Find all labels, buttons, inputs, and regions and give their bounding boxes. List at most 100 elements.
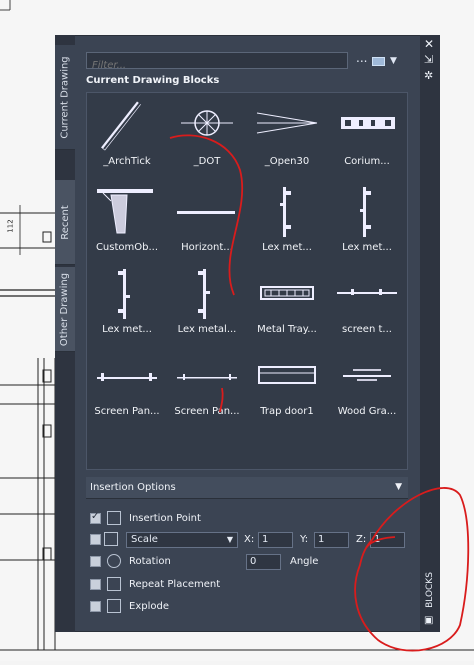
- block-label: _ArchTick: [103, 156, 151, 167]
- tab-recent[interactable]: Recent: [55, 180, 75, 265]
- explode-checkbox[interactable]: [90, 601, 101, 612]
- palette-title: BLOCKS: [420, 565, 440, 615]
- chevron-down-icon: ▼: [395, 482, 402, 492]
- view-mode-button[interactable]: ▼: [372, 53, 402, 69]
- explode-option[interactable]: Explode: [90, 599, 290, 615]
- block-tile[interactable]: Screen Pan...: [171, 347, 243, 429]
- angle-label: Angle: [290, 556, 319, 567]
- corium-icon: [341, 117, 395, 129]
- scale-option[interactable]: Scale ▼ X: 1 Y: 1 Z: 1: [90, 532, 410, 548]
- more-options-button[interactable]: ...: [356, 51, 367, 65]
- block-label: Screen Pan...: [94, 406, 160, 417]
- screen-panel-icon: [177, 374, 237, 380]
- scale-dropdown[interactable]: Scale ▼: [126, 532, 238, 548]
- insertion-point-icon: [107, 511, 121, 525]
- scale-selected: Scale: [131, 534, 158, 545]
- trap-door-icon: [258, 366, 316, 384]
- lex-metal-icon: [360, 187, 371, 237]
- thumbnail-view-icon: [372, 56, 385, 66]
- block-label: Horizont...: [181, 242, 233, 253]
- block-tile[interactable]: Lex metal...: [171, 265, 243, 347]
- archtick-icon: [101, 101, 141, 151]
- block-tile[interactable]: _DOT: [171, 97, 243, 179]
- block-label: Lex metal...: [177, 324, 237, 335]
- x-field[interactable]: 1: [258, 532, 293, 548]
- horizontal-icon: [177, 211, 235, 214]
- repeat-placement-option[interactable]: Repeat Placement: [90, 577, 290, 593]
- lex-metal-icon: [198, 269, 210, 319]
- filter-input[interactable]: [87, 58, 347, 73]
- block-label: Lex met...: [102, 324, 152, 335]
- palette-titlebar[interactable]: ✕ ⇲ ✲ ▣: [420, 35, 440, 632]
- block-tile[interactable]: Lex met...: [91, 265, 163, 347]
- palette-title-text: BLOCKS: [425, 572, 436, 608]
- rotation-label: Rotation: [129, 556, 171, 567]
- block-tile[interactable]: Wood Gra...: [331, 347, 403, 429]
- repeat-placement-icon: [107, 577, 121, 591]
- z-label: Z:: [356, 534, 367, 545]
- lex-metal-icon: [280, 187, 291, 237]
- properties-icon[interactable]: ✲: [424, 69, 433, 82]
- block-tile[interactable]: CustomOb...: [91, 183, 163, 265]
- block-tile[interactable]: screen t...: [331, 265, 403, 347]
- insertion-point-label: Insertion Point: [129, 513, 201, 524]
- block-tile[interactable]: _ArchTick: [91, 97, 163, 179]
- chevron-down-icon: ▼: [390, 56, 397, 66]
- block-label: CustomOb...: [95, 242, 159, 253]
- block-label: Lex met...: [262, 242, 312, 253]
- block-tile[interactable]: Horizont...: [171, 183, 243, 265]
- block-label: screen t...: [342, 324, 392, 335]
- section-title: Current Drawing Blocks: [86, 75, 220, 86]
- dimension-label: 112: [6, 219, 15, 233]
- block-label: Trap door1: [260, 406, 314, 417]
- y-field[interactable]: 1: [314, 532, 349, 548]
- screen-t-icon: [337, 289, 397, 295]
- block-tile[interactable]: Metal Tray...: [251, 265, 323, 347]
- blocks-palette-icon: ▣: [424, 615, 434, 626]
- block-tile[interactable]: _Open30: [251, 97, 323, 179]
- blocks-grid[interactable]: _ArchTick _DOT _Open30 Corium... CustomO…: [86, 92, 408, 470]
- insertion-point-checkbox[interactable]: [90, 511, 101, 524]
- screen-panel-icon: [97, 373, 157, 381]
- scale-icon: [104, 532, 118, 546]
- x-label: X:: [244, 534, 255, 545]
- rotation-checkbox[interactable]: [90, 556, 101, 567]
- block-tile[interactable]: Trap door1: [251, 347, 323, 429]
- scale-checkbox[interactable]: [90, 534, 101, 545]
- block-tile[interactable]: Screen Pan...: [91, 347, 163, 429]
- block-tile[interactable]: Corium...: [331, 97, 403, 179]
- palette-tabs: Current Drawing Recent Other Drawing: [55, 35, 75, 632]
- block-label: Screen Pan...: [174, 406, 240, 417]
- filter-box[interactable]: [86, 52, 348, 73]
- block-label: _Open30: [264, 156, 310, 167]
- block-label: Wood Gra...: [337, 406, 397, 417]
- block-label: Metal Tray...: [257, 324, 317, 335]
- wood-grain-icon: [343, 369, 391, 381]
- tab-label: Current Drawing: [59, 55, 71, 139]
- block-label: _DOT: [193, 156, 221, 167]
- palette-content: ... ▼ Current Drawing Blocks _ArchTick _…: [80, 44, 416, 629]
- block-tile[interactable]: Lex met...: [331, 183, 403, 265]
- rotation-icon: [107, 554, 121, 568]
- insertion-point-option[interactable]: Insertion Point: [90, 511, 290, 527]
- tab-current-drawing[interactable]: Current Drawing: [55, 45, 75, 150]
- block-tile[interactable]: Lex met...: [251, 183, 323, 265]
- customob-icon: [97, 189, 153, 234]
- chevron-down-icon: ▼: [226, 535, 233, 544]
- rotation-option[interactable]: Rotation 0 Angle: [90, 554, 390, 570]
- autohide-icon[interactable]: ⇲: [424, 53, 433, 66]
- insertion-options-header[interactable]: Insertion Options ▼: [86, 477, 408, 499]
- lex-metal-icon: [118, 269, 130, 319]
- repeat-placement-label: Repeat Placement: [129, 579, 221, 590]
- tab-label: Other Drawing: [59, 272, 71, 346]
- close-icon[interactable]: ✕: [424, 37, 434, 51]
- rotation-angle-field[interactable]: 0: [246, 554, 281, 570]
- explode-label: Explode: [129, 601, 169, 612]
- repeat-placement-checkbox[interactable]: [90, 579, 101, 590]
- insertion-options-title: Insertion Options: [90, 482, 176, 493]
- y-label: Y:: [300, 534, 309, 545]
- z-field[interactable]: 1: [370, 532, 405, 548]
- tab-other-drawing[interactable]: Other Drawing: [55, 267, 75, 352]
- tab-label: Recent: [59, 204, 71, 240]
- block-label: Lex met...: [342, 242, 392, 253]
